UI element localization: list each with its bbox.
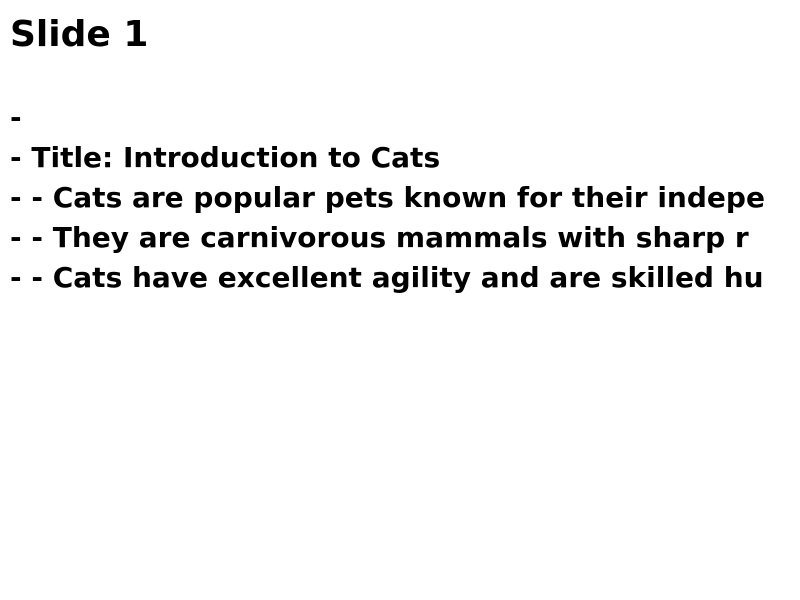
bullet-line: - Title: Introduction to Cats — [10, 141, 441, 174]
slide: Slide 1 - - Title: Introduction to Cats … — [0, 0, 800, 600]
bullet-line: - - They are carnivorous mammals with sh… — [10, 221, 749, 254]
slide-title: Slide 1 — [10, 14, 149, 55]
bullet-list: - - Title: Introduction to Cats - - Cats… — [10, 98, 800, 298]
bullet-line: - - Cats are popular pets known for thei… — [10, 181, 765, 214]
bullet-line: - - Cats have excellent agility and are … — [10, 261, 764, 294]
bullet-line: - — [10, 101, 22, 134]
